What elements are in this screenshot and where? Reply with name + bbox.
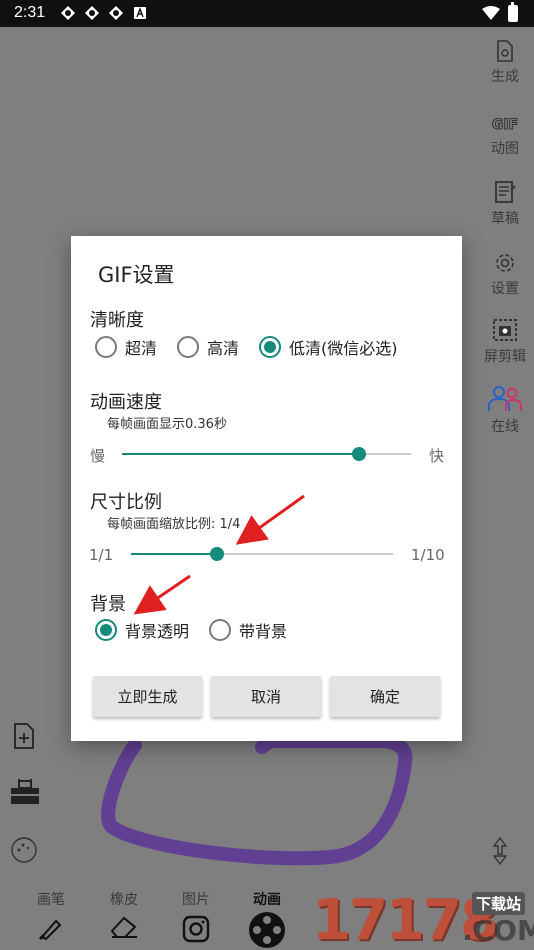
wifi-icon <box>482 6 500 20</box>
app-notification-icon <box>109 6 123 20</box>
tool-brush-label: 画笔 <box>37 892 65 908</box>
eraser-icon <box>110 916 137 938</box>
tool-eraser-label: 橡皮 <box>110 892 138 908</box>
battery-icon <box>508 2 518 22</box>
radio-button[interactable] <box>209 619 232 641</box>
tool-brush[interactable]: 画笔 <box>22 887 80 941</box>
add-page-icon[interactable] <box>10 722 38 750</box>
background-title: 背景 <box>90 594 126 615</box>
radio-button-selected[interactable] <box>95 619 117 641</box>
dialog-title: GIF设置 <box>98 263 175 287</box>
speed-min-label: 慢 <box>90 447 106 465</box>
a-notification-icon <box>134 7 146 19</box>
clarity-option-ultra-label: 超清 <box>125 339 158 358</box>
toolbar-settings-label: 设置 <box>491 281 519 297</box>
app-notification-icon <box>61 6 75 20</box>
speed-slider[interactable] <box>122 447 411 461</box>
users-online-icon <box>488 386 522 411</box>
background-options: 背景透明 带背景 <box>95 617 307 643</box>
toolbox-icon[interactable] <box>10 778 40 806</box>
gif-icon: GIF <box>491 117 518 134</box>
scale-subtitle: 每帧画面缩放比例: 1/4 <box>107 517 241 532</box>
background-option-transparent[interactable]: 背景透明 <box>95 618 189 642</box>
watermark-suffix: .COM <box>462 914 534 947</box>
background-option-with-bg[interactable]: 带背景 <box>209 618 287 642</box>
tool-animation-label: 动画 <box>253 892 281 908</box>
scale-slider-thumb[interactable] <box>210 547 225 561</box>
toolbar-generate[interactable]: 生成 <box>482 40 528 86</box>
tool-image-label: 图片 <box>182 892 210 908</box>
scale-slider-fill <box>131 553 218 555</box>
clarity-options: 超清 高清 低清(微信必选) <box>95 334 418 360</box>
generate-now-button[interactable]: 立即生成 <box>93 676 202 717</box>
clarity-option-high-label: 高清 <box>207 339 240 358</box>
draft-icon <box>495 181 516 203</box>
image-icon <box>182 915 210 943</box>
clarity-option-ultra[interactable]: 超清 <box>95 335 157 359</box>
screen-clip-icon <box>493 319 517 341</box>
animation-icon <box>249 912 285 948</box>
scale-slider[interactable] <box>131 547 393 561</box>
radio-button[interactable] <box>177 336 200 358</box>
cancel-button[interactable]: 取消 <box>211 676 321 717</box>
clarity-option-low-label: 低清(微信必选) <box>289 339 398 358</box>
background-option-transparent-label: 背景透明 <box>125 622 190 641</box>
toolbar-generate-label: 生成 <box>491 69 519 85</box>
app-notification-icon <box>85 6 99 20</box>
speed-max-label: 快 <box>429 447 445 465</box>
radio-button[interactable] <box>95 336 117 358</box>
toolbar-online[interactable]: 在线 <box>482 384 528 436</box>
confirm-button[interactable]: 确定 <box>330 676 440 717</box>
background-option-with-bg-label: 带背景 <box>239 622 288 641</box>
toolbar-gif-label: 动图 <box>491 141 519 157</box>
svg-text:GIF: GIF <box>492 117 518 133</box>
gear-icon <box>496 254 514 272</box>
tool-image[interactable]: 图片 <box>167 887 225 943</box>
toolbar-screen-clip-label: 屏剪辑 <box>484 349 526 365</box>
clarity-option-low[interactable]: 低清(微信必选) <box>259 335 398 359</box>
brush-icon <box>38 919 62 941</box>
scale-min-label: 1/1 <box>89 546 114 564</box>
status-bar: 2:31 <box>0 0 534 27</box>
clarity-option-high[interactable]: 高清 <box>177 335 239 359</box>
toolbar-draft-label: 草稿 <box>491 211 519 227</box>
tool-eraser[interactable]: 橡皮 <box>95 887 153 939</box>
speed-title: 动画速度 <box>90 392 162 413</box>
toolbar-online-label: 在线 <box>491 419 519 435</box>
color-palette-icon[interactable] <box>10 836 38 864</box>
toolbar-settings[interactable]: 设置 <box>482 252 528 298</box>
toolbar-draft[interactable]: 草稿 <box>482 180 528 228</box>
speed-slider-thumb[interactable] <box>351 447 366 461</box>
scale-title: 尺寸比例 <box>90 492 162 513</box>
file-gen-icon <box>497 40 513 62</box>
scale-max-label: 1/10 <box>411 546 445 564</box>
clarity-title: 清晰度 <box>90 310 144 331</box>
toolbar-screen-clip[interactable]: 屏剪辑 <box>482 318 528 366</box>
watermark-site: 下载站 <box>472 892 526 915</box>
speed-subtitle: 每帧画面显示0.36秒 <box>107 417 227 432</box>
tool-animation[interactable]: 动画 <box>238 887 296 949</box>
radio-button-selected[interactable] <box>259 336 282 358</box>
speed-slider-fill <box>122 453 359 455</box>
gif-settings-dialog: GIF设置 清晰度 超清 高清 低清(微信必选) 动画速度 每帧画面显示0.36… <box>71 236 462 741</box>
toolbar-gif[interactable]: GIF 动图 <box>482 114 528 158</box>
swap-vertical-icon[interactable] <box>488 836 512 866</box>
purple-brush-stroke <box>101 734 413 866</box>
status-time: 2:31 <box>14 4 46 21</box>
watermark: 17178 .COM 下载站 <box>312 888 534 950</box>
